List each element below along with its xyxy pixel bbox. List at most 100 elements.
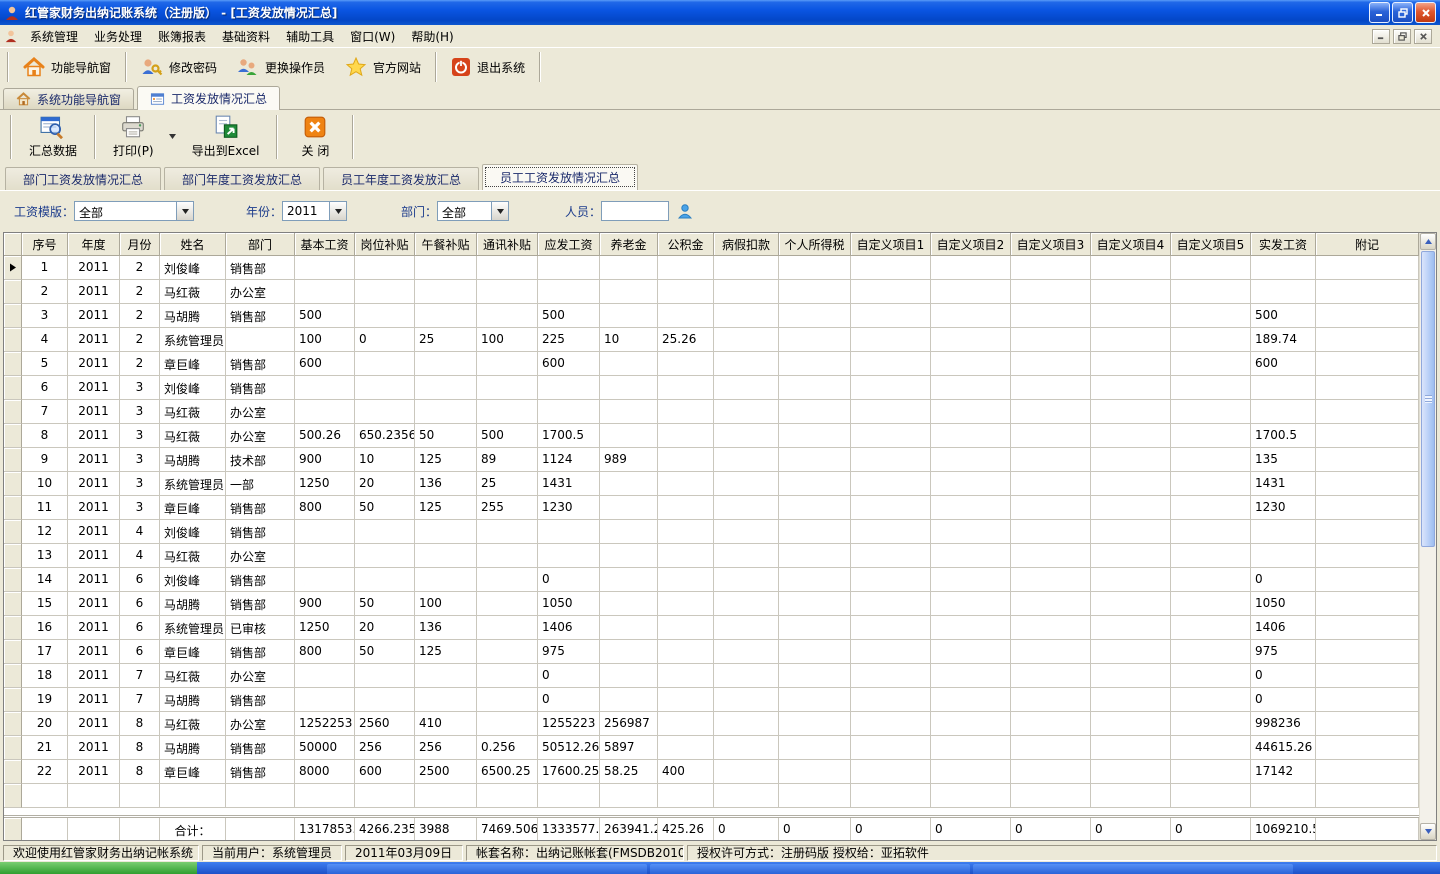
grid-cell[interactable]: 89 (477, 448, 538, 472)
grid-cell[interactable] (1316, 640, 1419, 664)
grid-cell[interactable]: 20 (22, 712, 68, 736)
grid-cell[interactable] (779, 472, 851, 496)
sub-tab-4[interactable]: 员工工资发放情况汇总 (482, 164, 638, 190)
grid-cell[interactable] (1316, 568, 1419, 592)
grid-cell[interactable] (851, 448, 931, 472)
grid-cell[interactable] (779, 424, 851, 448)
grid-cell[interactable] (1011, 280, 1091, 304)
grid-cell[interactable] (1171, 424, 1251, 448)
column-header[interactable]: 姓名 (160, 233, 226, 256)
grid-cell[interactable] (931, 712, 1011, 736)
grid-cell[interactable] (477, 664, 538, 688)
grid-cell[interactable] (226, 784, 295, 808)
dropdown-arrow-icon[interactable] (329, 202, 346, 220)
grid-cell[interactable] (931, 400, 1011, 424)
grid-cell[interactable] (714, 520, 779, 544)
grid-cell[interactable] (1091, 736, 1171, 760)
grid-cell[interactable]: 2011 (68, 304, 120, 328)
grid-cell[interactable] (477, 400, 538, 424)
grid-cell[interactable] (295, 784, 355, 808)
grid-cell[interactable]: 2 (22, 280, 68, 304)
column-header[interactable]: 自定义项目2 (931, 233, 1011, 256)
grid-cell[interactable] (779, 544, 851, 568)
grid-cell[interactable] (1171, 448, 1251, 472)
grid-cell[interactable]: 10 (355, 448, 415, 472)
grid-cell[interactable]: 256987 (600, 712, 658, 736)
grid-cell[interactable] (538, 400, 600, 424)
grid-cell[interactable]: 50 (355, 592, 415, 616)
grid-cell[interactable] (1091, 688, 1171, 712)
grid-cell[interactable] (600, 400, 658, 424)
grid-cell[interactable]: 马红薇 (160, 400, 226, 424)
grid-cell[interactable] (1011, 496, 1091, 520)
grid-cell[interactable]: 6 (120, 568, 160, 592)
grid-cell[interactable] (851, 664, 931, 688)
grid-cell[interactable] (160, 784, 226, 808)
grid-cell[interactable] (415, 376, 477, 400)
grid-cell[interactable] (779, 592, 851, 616)
row-indicator[interactable] (4, 448, 22, 472)
grid-cell[interactable] (1091, 760, 1171, 784)
grid-cell[interactable] (1251, 280, 1316, 304)
grid-cell[interactable] (1171, 664, 1251, 688)
column-header[interactable]: 午餐补贴 (415, 233, 477, 256)
mdi-close-button[interactable] (1414, 29, 1432, 44)
grid-cell[interactable]: 办公室 (226, 400, 295, 424)
column-header[interactable]: 公积金 (658, 233, 714, 256)
grid-cell[interactable]: 2011 (68, 496, 120, 520)
grid-cell[interactable]: 3 (120, 424, 160, 448)
grid-cell[interactable] (931, 640, 1011, 664)
grid-cell[interactable] (714, 640, 779, 664)
official-website-button[interactable]: 官方网站 (335, 53, 431, 81)
grid-cell[interactable] (1171, 616, 1251, 640)
grid-cell[interactable] (1171, 640, 1251, 664)
grid-cell[interactable] (415, 568, 477, 592)
grid-cell[interactable]: 600 (355, 760, 415, 784)
grid-cell[interactable] (1171, 688, 1251, 712)
scrollbar-thumb[interactable] (1421, 251, 1435, 547)
grid-cell[interactable]: 900 (295, 592, 355, 616)
grid-cell[interactable] (714, 304, 779, 328)
grid-cell[interactable] (851, 544, 931, 568)
grid-cell[interactable] (779, 496, 851, 520)
menu-item-5[interactable]: 辅助工具 (278, 26, 342, 47)
grid-cell[interactable] (851, 304, 931, 328)
grid-cell[interactable] (1011, 568, 1091, 592)
grid-cell[interactable]: 58.25 (600, 760, 658, 784)
grid-cell[interactable] (931, 472, 1011, 496)
grid-cell[interactable]: 2011 (68, 544, 120, 568)
grid-cell[interactable] (931, 496, 1011, 520)
grid-cell[interactable]: 章巨峰 (160, 640, 226, 664)
mdi-minimize-button[interactable] (1372, 29, 1390, 44)
grid-cell[interactable] (1316, 376, 1419, 400)
grid-cell[interactable]: 刘俊峰 (160, 520, 226, 544)
grid-cell[interactable] (779, 352, 851, 376)
grid-cell[interactable]: 4 (120, 544, 160, 568)
grid-cell[interactable] (1011, 256, 1091, 280)
grid-cell[interactable] (355, 568, 415, 592)
grid-cell[interactable]: 销售部 (226, 520, 295, 544)
grid-cell[interactable]: 3 (120, 448, 160, 472)
grid-cell[interactable] (851, 568, 931, 592)
column-header[interactable]: 序号 (22, 233, 68, 256)
grid-cell[interactable] (1091, 472, 1171, 496)
grid-cell[interactable] (931, 760, 1011, 784)
row-indicator[interactable] (4, 640, 22, 664)
grid-cell[interactable]: 4 (22, 328, 68, 352)
grid-cell[interactable] (355, 784, 415, 808)
grid-cell[interactable] (1091, 424, 1171, 448)
grid-cell[interactable]: 1230 (538, 496, 600, 520)
grid-cell[interactable] (415, 352, 477, 376)
grid-cell[interactable] (931, 424, 1011, 448)
grid-cell[interactable] (931, 568, 1011, 592)
current-row-arrow-icon[interactable] (4, 256, 22, 280)
grid-cell[interactable]: 马红薇 (160, 712, 226, 736)
grid-cell[interactable] (1251, 376, 1316, 400)
row-indicator[interactable] (4, 712, 22, 736)
grid-cell[interactable] (1316, 304, 1419, 328)
column-header[interactable]: 岗位补贴 (355, 233, 415, 256)
grid-cell[interactable] (1171, 400, 1251, 424)
close-button[interactable] (1415, 2, 1436, 23)
grid-cell[interactable] (1091, 496, 1171, 520)
grid-cell[interactable]: 25 (415, 328, 477, 352)
